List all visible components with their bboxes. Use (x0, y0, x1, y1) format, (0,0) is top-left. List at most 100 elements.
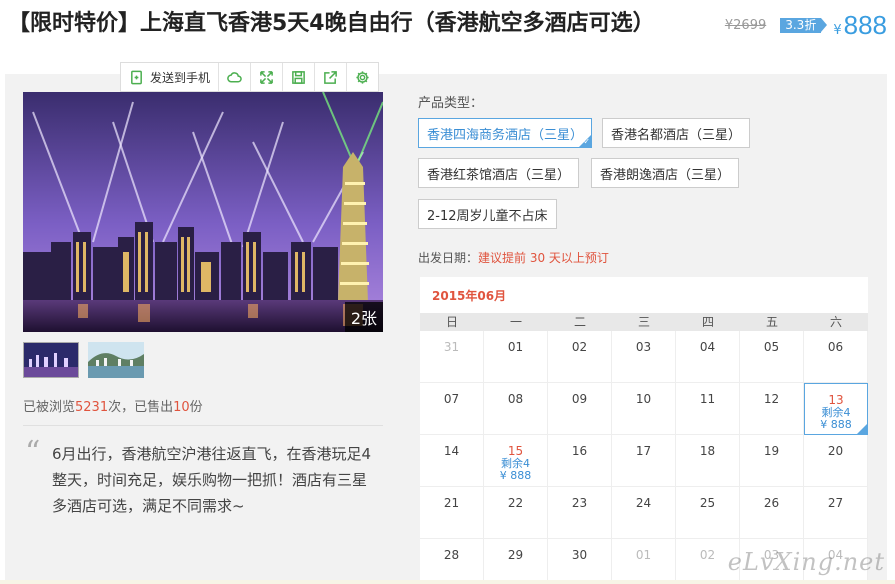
expand-icon (260, 70, 273, 84)
day-number: 31 (443, 340, 460, 354)
departure-date-row: 出发日期：建议提前 30 天以上预订 (418, 249, 609, 266)
fullscreen-button[interactable] (251, 63, 284, 91)
thumbnail-1[interactable] (23, 342, 79, 378)
save-icon (292, 70, 305, 84)
share-toolbar: 发送到手机 (120, 62, 380, 92)
thumbnail-harbor-day-image (88, 342, 144, 378)
calendar-day: 01 (484, 331, 548, 383)
hong-kong-night-skyline-image (23, 92, 383, 332)
day-number: 01 (635, 548, 652, 562)
day-number: 28 (443, 548, 460, 562)
day-number: 24 (635, 496, 652, 510)
calendar-day: 11 (676, 383, 740, 435)
original-price: ¥2699 (724, 17, 767, 33)
photo-count-badge: 2张 (344, 302, 383, 332)
day-number: 06 (827, 340, 844, 354)
day-number: 20 (827, 444, 844, 458)
watermark: eLvXing.net (727, 548, 885, 576)
day-number: 21 (443, 496, 460, 510)
weekday-sun: 日 (445, 315, 458, 329)
calendar-day: 17 (612, 435, 676, 487)
calendar-grid: 31 01 02 03 04 05 06 07 08 09 10 11 12 13 剩余4 ¥ 888 14 15… (420, 331, 868, 584)
day-price: ¥ 888 (820, 418, 852, 431)
share-button[interactable] (315, 63, 348, 91)
calendar-day: 21 (420, 487, 484, 539)
option-hongchaguan-hotel[interactable]: 香港红茶馆酒店（三星） (418, 158, 580, 188)
sold-count: 10 (173, 400, 190, 415)
day-number: 03 (635, 340, 652, 354)
day-number: 16 (571, 444, 588, 458)
day-number: 14 (443, 444, 460, 458)
day-number: 10 (635, 392, 652, 406)
option-sihai-hotel[interactable]: 香港四海商务酒店（三星） ✓ (418, 118, 593, 148)
weekday-mon: 一 (509, 315, 522, 329)
divider (23, 425, 383, 426)
departure-label: 出发日期： (418, 251, 479, 265)
day-number: 08 (507, 392, 524, 406)
phone-icon (131, 70, 142, 84)
day-price: ¥ 888 (499, 469, 532, 482)
day-number: 04 (699, 340, 716, 354)
page-title: 【限时特价】上海直飞香港5天4晚自由行（香港航空多酒店可选） (8, 11, 655, 36)
thumbnail-2[interactable] (88, 342, 144, 378)
option-label: 香港红茶馆酒店（三星） (427, 167, 571, 183)
calendar-day: 30 (548, 539, 612, 584)
share-icon (324, 70, 337, 84)
calendar-day: 14 (420, 435, 484, 487)
day-number: 07 (443, 392, 460, 406)
calendar-day: 27 (804, 487, 868, 539)
calendar-day-available[interactable]: 15 剩余4 ¥ 888 (484, 435, 548, 487)
day-number: 25 (699, 496, 716, 510)
day-number: 12 (763, 392, 780, 406)
check-icon: ✓ (583, 137, 591, 146)
day-number: 01 (507, 340, 524, 354)
calendar-day: 24 (612, 487, 676, 539)
main-photo[interactable]: 2张 (23, 92, 383, 332)
option-mingdu-hotel[interactable]: 香港名都酒店（三星） (602, 118, 751, 148)
calendar-day: 05 (740, 331, 804, 383)
weekday-tue: 二 (573, 315, 586, 329)
send-to-phone-button[interactable]: 发送到手机 (121, 63, 220, 91)
calendar-day: 20 (804, 435, 868, 487)
departure-calendar: 2015年06月 日 一 二 三 四 五 六 31 01 02 03 04 05 06 07 0… (420, 277, 868, 584)
calendar-day: 04 (676, 331, 740, 383)
calendar-day: 22 (484, 487, 548, 539)
day-number: 15 (507, 444, 524, 458)
calendar-day: 31 (420, 331, 484, 383)
calendar-day: 02 (548, 331, 612, 383)
calendar-day-available[interactable]: 13 剩余4 ¥ 888 (804, 383, 868, 435)
product-description: 6月出行，香港航空沪港往返直飞，在香港玩足4整天，时间充足，娱乐购物一把抓！酒店… (52, 445, 372, 515)
option-label: 2-12周岁儿童不占床 (427, 208, 548, 224)
discount-badge: 3.3折 (780, 17, 828, 33)
day-number: 17 (635, 444, 652, 458)
current-price: ¥ 888 (833, 10, 887, 41)
day-number: 27 (827, 496, 844, 510)
day-number: 29 (507, 548, 524, 562)
calendar-day: 09 (548, 383, 612, 435)
price-value: 888 (843, 9, 887, 40)
calendar-day: 26 (740, 487, 804, 539)
settings-button[interactable] (347, 63, 378, 91)
gear-icon (356, 70, 369, 84)
calendar-day: 28 (420, 539, 484, 584)
views-prefix: 已被浏览 (23, 400, 76, 415)
calendar-month: 2015年06月 (432, 289, 507, 303)
thumbnail-night-skyline-image (24, 343, 78, 377)
save-button[interactable] (283, 63, 316, 91)
price-area: ¥2699 3.3折 ¥ 888 (725, 10, 887, 40)
view-count: 5231 (75, 400, 109, 415)
day-number: 09 (571, 392, 588, 406)
calendar-day: 01 (612, 539, 676, 584)
day-number: 02 (571, 340, 588, 354)
day-number: 23 (571, 496, 588, 510)
bottom-strip (0, 580, 895, 584)
view-sale-stats: 已被浏览5231次，已售出10份 (23, 396, 203, 415)
day-number: 30 (571, 548, 588, 562)
option-child-no-bed[interactable]: 2-12周岁儿童不占床 (418, 199, 557, 229)
day-number: 05 (763, 340, 780, 354)
day-number: 19 (763, 444, 780, 458)
option-langyi-hotel[interactable]: 香港朗逸酒店（三星） (591, 158, 740, 188)
cloud-button[interactable] (219, 63, 252, 91)
quote-mark-icon: “ (25, 435, 41, 470)
calendar-day: 10 (612, 383, 676, 435)
